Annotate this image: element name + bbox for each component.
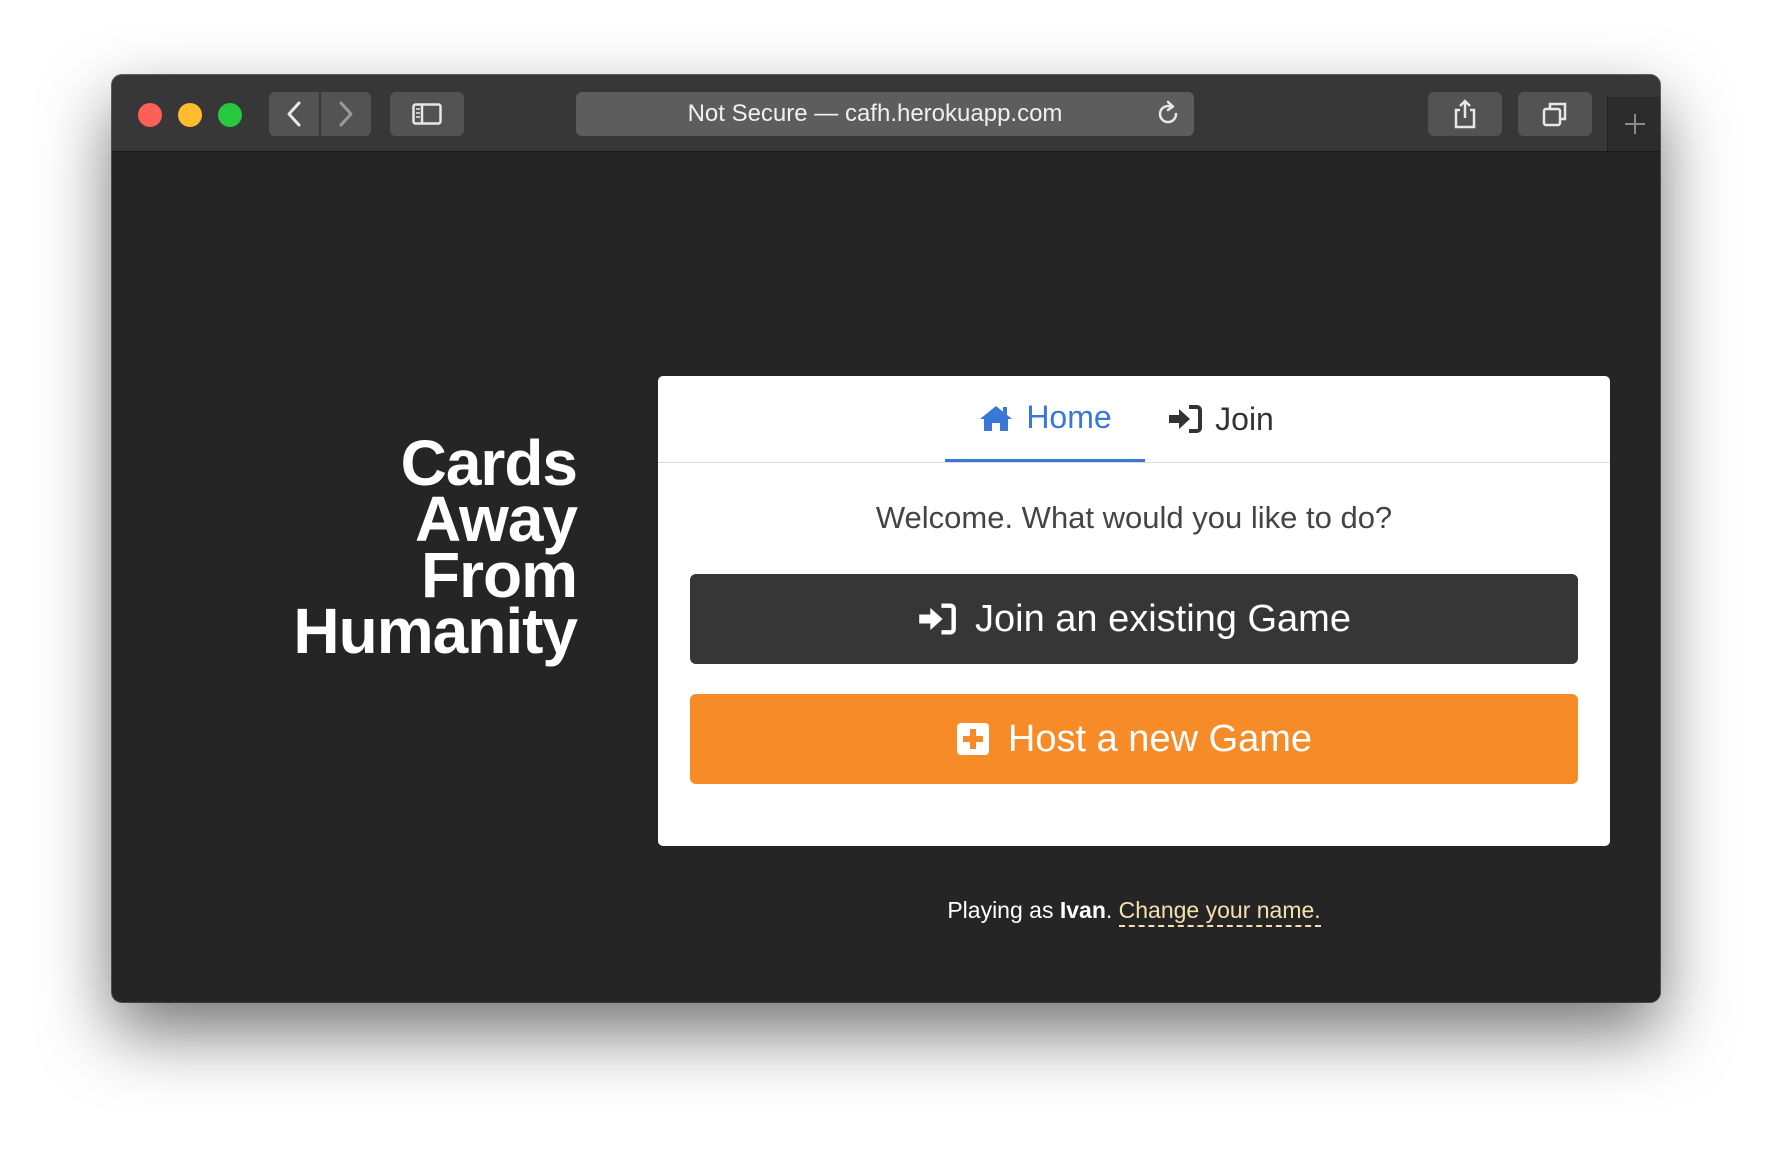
share-icon	[1454, 99, 1476, 129]
sign-in-icon	[919, 603, 956, 635]
sidebar-icon	[412, 103, 442, 125]
plus-square-icon	[956, 723, 989, 755]
change-name-link[interactable]: Change your name.	[1118, 897, 1321, 927]
address-bar[interactable]: Not Secure — cafh.herokuapp.com	[576, 92, 1194, 136]
minimize-window-button[interactable]	[178, 103, 202, 127]
sidebar-button[interactable]	[390, 92, 464, 136]
join-existing-game-button[interactable]: Join an existing Game	[690, 574, 1578, 664]
page-content: Cards Away From Humanity Home Join Welco…	[112, 152, 1660, 1002]
address-text: Not Secure — cafh.herokuapp.com	[687, 100, 1063, 127]
host-new-game-button[interactable]: Host a new Game	[690, 694, 1578, 784]
reload-icon	[1158, 100, 1178, 124]
new-tab-icon	[1624, 114, 1645, 134]
forward-button[interactable]	[321, 92, 371, 136]
main-card: Home Join Welcome. What would you like t…	[658, 376, 1610, 846]
host-new-game-label: Host a new Game	[1007, 717, 1313, 760]
tab-bar: Home Join	[658, 376, 1610, 463]
tab-join[interactable]: Join	[1158, 376, 1283, 462]
forward-icon	[339, 101, 353, 127]
back-icon	[287, 101, 301, 127]
player-status: Playing as Ivan. Change your name.	[658, 897, 1610, 927]
tab-home-label: Home	[1026, 399, 1112, 435]
new-tab-button[interactable]	[1607, 97, 1660, 151]
zoom-window-button[interactable]	[218, 103, 242, 127]
brand-logo: Cards Away From Humanity	[293, 431, 578, 667]
sign-in-icon	[1169, 405, 1203, 433]
tab-join-label: Join	[1215, 400, 1274, 437]
brand-line: Humanity	[293, 595, 578, 667]
browser-window: Not Secure — cafh.herokuapp.com Cards Aw…	[112, 75, 1660, 1002]
player-name: Ivan	[1059, 897, 1106, 923]
footer-period: .	[1105, 897, 1119, 923]
browser-toolbar: Not Secure — cafh.herokuapp.com	[112, 75, 1660, 152]
welcome-text: Welcome. What would you like to do?	[875, 500, 1393, 535]
playing-as-text: Playing as	[947, 897, 1060, 923]
close-window-button[interactable]	[138, 103, 162, 127]
home-icon	[980, 405, 1013, 431]
tab-home[interactable]: Home	[945, 376, 1145, 462]
back-button[interactable]	[269, 92, 319, 136]
show-tabs-button[interactable]	[1518, 92, 1592, 136]
tabs-icon	[1542, 102, 1567, 127]
join-existing-game-label: Join an existing Game	[975, 597, 1351, 640]
reload-button[interactable]	[1154, 100, 1182, 135]
share-button[interactable]	[1428, 92, 1502, 136]
